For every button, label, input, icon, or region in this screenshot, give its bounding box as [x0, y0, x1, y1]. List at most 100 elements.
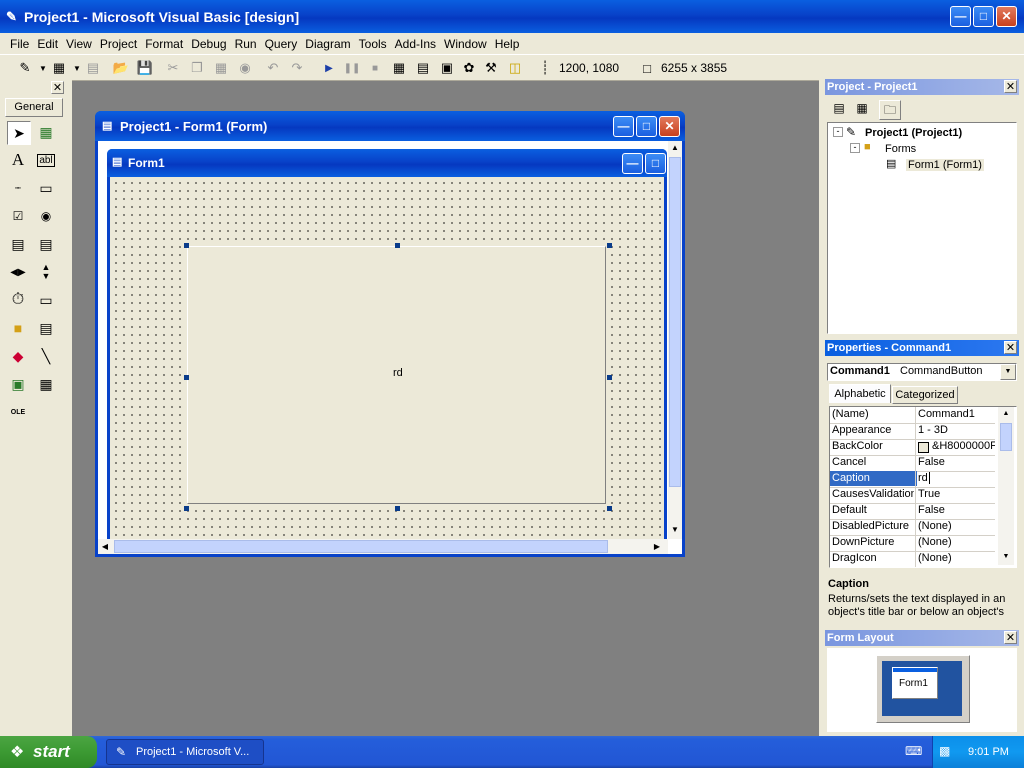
main-title-bar[interactable]: ✎ Project1 - Microsoft Visual Basic [des…	[0, 0, 1024, 33]
data-view-icon[interactable]: ◫	[506, 60, 524, 76]
property-row[interactable]: Cancel False	[830, 455, 995, 472]
toolbox-general-tab[interactable]: General	[5, 98, 63, 117]
line-icon[interactable]: ╲	[35, 345, 57, 367]
frame-icon[interactable]: ┉	[7, 177, 29, 199]
menu-editor-icon[interactable]: ▤	[84, 60, 102, 76]
resize-handle[interactable]	[607, 243, 612, 248]
property-row[interactable]: DragIcon (None)	[830, 551, 995, 567]
resize-handle[interactable]	[607, 375, 612, 380]
property-grid-scrollbar[interactable]: ▲ ▼	[998, 407, 1014, 565]
project-explorer-close-icon[interactable]: ✕	[1004, 80, 1017, 93]
menu-addins[interactable]: Add-Ins	[391, 33, 440, 55]
scroll-left-arrow-icon[interactable]: ◀	[98, 539, 112, 554]
hscrollbar-icon[interactable]: ◀▶	[7, 261, 29, 283]
listbox-icon[interactable]: ▤	[35, 233, 57, 255]
object-selector[interactable]: Command1 CommandButton ▼	[827, 363, 1017, 381]
tree-collapse-icon[interactable]: -	[850, 143, 860, 153]
properties-close-icon[interactable]: ✕	[1004, 341, 1017, 354]
scroll-right-arrow-icon[interactable]: ▶	[650, 539, 664, 554]
redo-icon[interactable]: ↷	[288, 60, 306, 76]
resize-handle[interactable]	[395, 243, 400, 248]
checkbox-icon[interactable]: ☑	[7, 205, 29, 227]
scroll-down-arrow-icon[interactable]: ▼	[998, 550, 1014, 564]
menu-file[interactable]: File	[6, 33, 33, 55]
form-designer-title-bar[interactable]: ▤ Project1 - Form1 (Form) — □ ✕	[95, 111, 685, 141]
form-designer-minimize-button[interactable]: —	[613, 116, 634, 137]
scroll-up-arrow-icon[interactable]: ▲	[668, 141, 682, 155]
undo-icon[interactable]: ↶	[264, 60, 282, 76]
object-browser-icon[interactable]: ✿	[460, 60, 478, 76]
vertical-scroll-thumb[interactable]	[669, 157, 681, 487]
menu-tools[interactable]: Tools	[355, 33, 391, 55]
label-icon[interactable]: A	[7, 149, 29, 171]
form1-canvas[interactable]: rd	[110, 177, 664, 541]
break-icon[interactable]: ❚❚	[343, 60, 361, 76]
menu-project[interactable]: Project	[96, 33, 141, 55]
object-selector-dropdown-icon[interactable]: ▼	[1000, 364, 1016, 380]
combobox-icon[interactable]: ▤	[7, 233, 29, 255]
image-icon[interactable]: ▣	[7, 373, 29, 395]
property-row[interactable]: CausesValidation True	[830, 487, 995, 504]
form-designer-close-button[interactable]: ✕	[659, 116, 680, 137]
property-scroll-thumb[interactable]	[1000, 423, 1012, 451]
property-row[interactable]: (Name) Command1	[830, 407, 995, 424]
form-designer-window[interactable]: ▤ Project1 - Form1 (Form) — □ ✕ ▤ Form1 …	[95, 111, 685, 557]
vertical-scrollbar[interactable]: ▲ ▼	[668, 141, 682, 539]
menu-diagram[interactable]: Diagram	[301, 33, 354, 55]
resize-handle[interactable]	[184, 243, 189, 248]
tab-alphabetic[interactable]: Alphabetic	[829, 384, 891, 403]
form-designer-maximize-button[interactable]: □	[636, 116, 657, 137]
find-icon[interactable]: ◉	[236, 60, 254, 76]
property-row[interactable]: BackColor &H8000000F	[830, 439, 995, 456]
commandbutton-icon[interactable]: ▭	[35, 177, 57, 199]
maximize-button[interactable]: □	[973, 6, 994, 27]
form1-minimize-button[interactable]: —	[622, 153, 643, 174]
menu-help[interactable]: Help	[491, 33, 524, 55]
scroll-up-arrow-icon[interactable]: ▲	[998, 407, 1014, 421]
toolbox-icon[interactable]: ⚒	[482, 60, 500, 76]
start-button[interactable]: ❖ start	[0, 736, 97, 768]
copy-icon[interactable]: ❐	[188, 60, 206, 76]
caption-value-input[interactable]: rd	[918, 472, 930, 484]
tree-project-root[interactable]: Project1 (Project1)	[865, 127, 962, 139]
textbox-icon[interactable]: abl	[35, 149, 57, 171]
keyboard-icon[interactable]: ⌨	[905, 744, 922, 758]
form1-title-bar[interactable]: ▤ Form1 — □	[107, 149, 667, 177]
property-row-selected[interactable]: Caption rd	[830, 471, 995, 488]
menu-debug[interactable]: Debug	[187, 33, 230, 55]
property-row[interactable]: DownPicture (None)	[830, 535, 995, 552]
resize-handle[interactable]	[607, 506, 612, 511]
form-layout-icon[interactable]: ▣	[438, 60, 456, 76]
menu-query[interactable]: Query	[261, 33, 302, 55]
toggle-folders-icon[interactable]: 🗀	[879, 100, 901, 120]
resize-handle[interactable]	[184, 375, 189, 380]
vscrollbar-icon[interactable]: ▲ ▼	[35, 261, 57, 283]
paste-icon[interactable]: ▦	[212, 60, 230, 76]
property-row[interactable]: Appearance 1 - 3D	[830, 423, 995, 440]
close-button[interactable]: ✕	[996, 6, 1017, 27]
ole-icon[interactable]: OLE	[7, 401, 29, 423]
tab-categorized[interactable]: Categorized	[892, 386, 958, 404]
command1-button[interactable]: rd	[187, 246, 606, 504]
project-explorer-icon[interactable]: ▦	[390, 60, 408, 76]
menu-edit[interactable]: Edit	[33, 33, 62, 55]
horizontal-scroll-thumb[interactable]	[114, 540, 608, 553]
form-layout-form1[interactable]: Form1	[892, 667, 938, 699]
form1-maximize-button[interactable]: □	[645, 153, 666, 174]
scroll-down-arrow-icon[interactable]: ▼	[668, 523, 682, 537]
taskbar-item-vb[interactable]: ✎ Project1 - Microsoft V...	[106, 739, 264, 765]
properties-window-icon[interactable]: ▤	[414, 60, 432, 76]
open-project-icon[interactable]: 📂	[112, 60, 130, 76]
tree-forms-folder[interactable]: Forms	[885, 143, 916, 155]
horizontal-scrollbar[interactable]: ◀ ▶	[98, 539, 668, 554]
start-run-icon[interactable]: ▶	[320, 60, 338, 76]
tree-collapse-icon[interactable]: -	[833, 127, 843, 137]
toolbox-close-icon[interactable]: ✕	[51, 81, 64, 94]
data-control-icon[interactable]: ▦	[35, 373, 57, 395]
view-object-icon[interactable]: ▦	[852, 101, 872, 119]
timer-icon[interactable]: ⏱	[7, 289, 29, 311]
add-form-icon[interactable]: ▦	[50, 60, 68, 76]
shape-icon[interactable]: ◆	[7, 345, 29, 367]
property-row[interactable]: DisabledPicture (None)	[830, 519, 995, 536]
save-project-icon[interactable]: 💾	[136, 60, 154, 76]
